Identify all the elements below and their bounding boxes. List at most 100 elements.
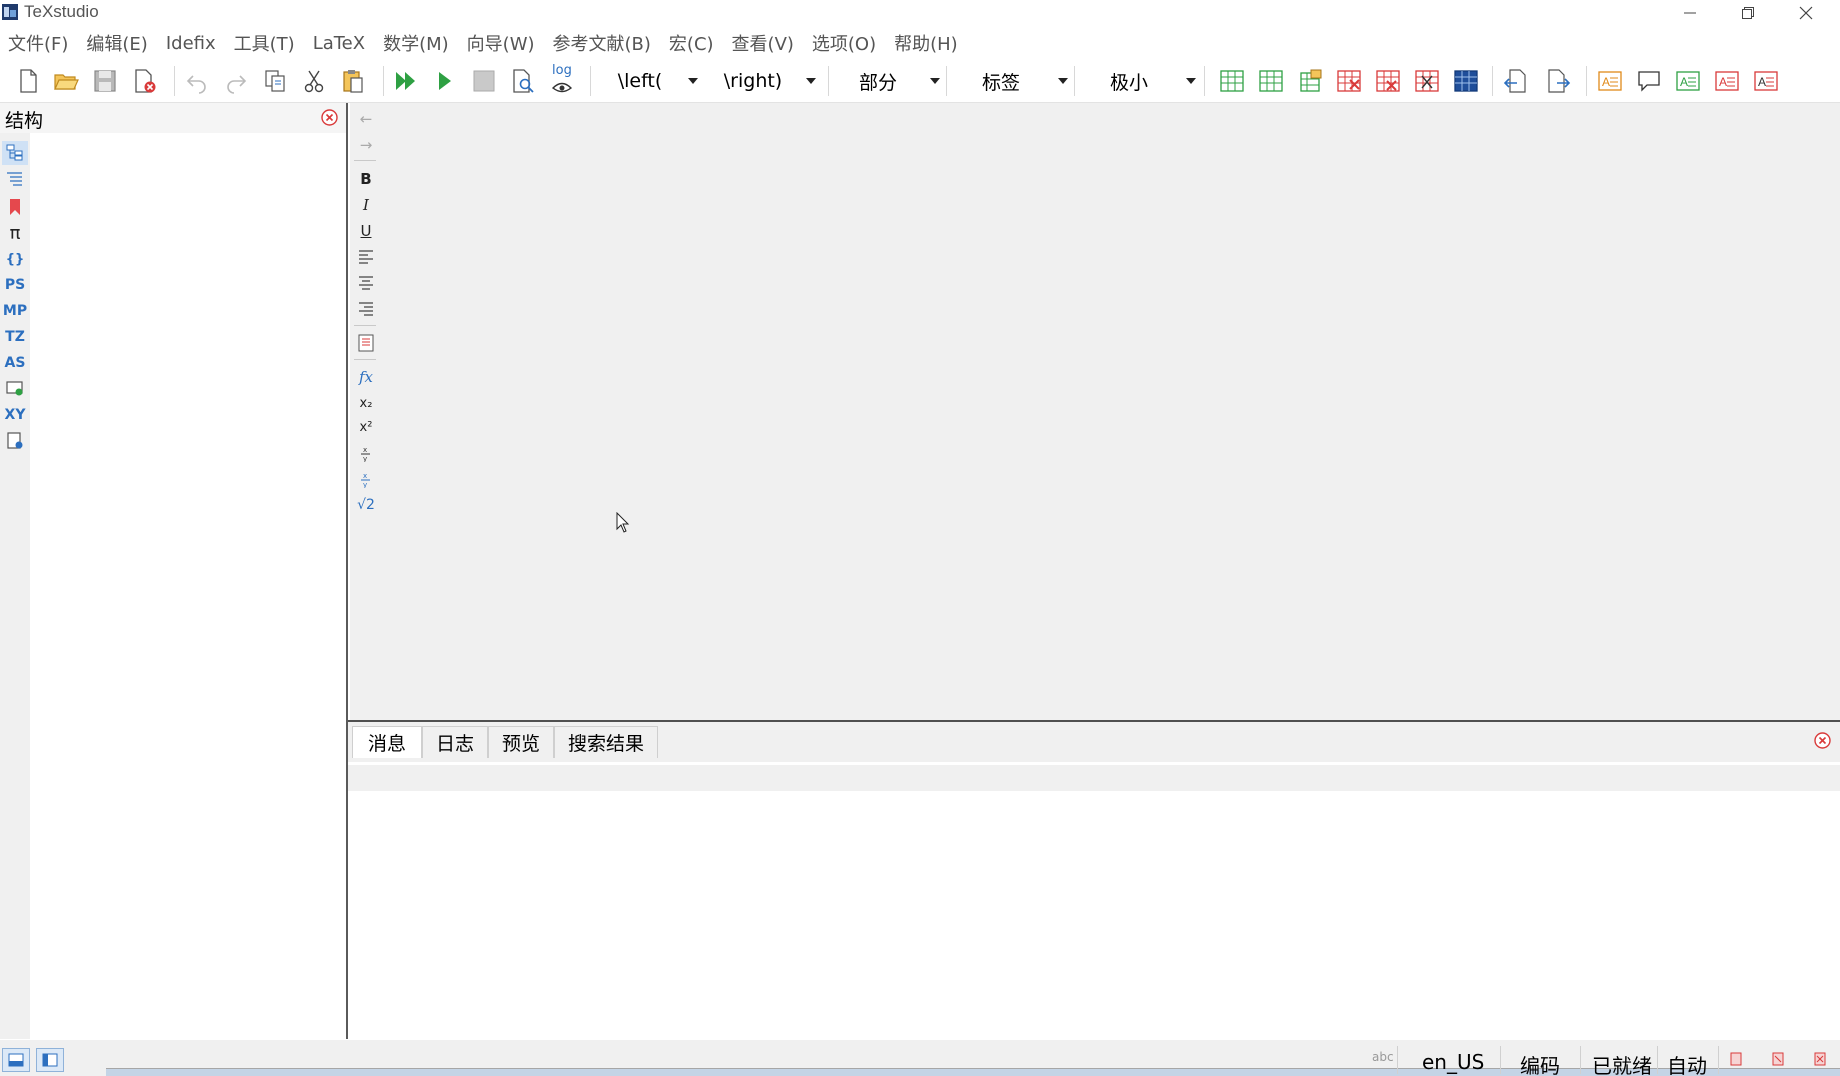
- symbols-button[interactable]: π: [2, 221, 28, 245]
- badbox-marker-icon[interactable]: [1814, 1052, 1826, 1066]
- close-panel-icon[interactable]: [321, 109, 338, 126]
- build-and-view-button[interactable]: [390, 65, 422, 97]
- status-separator: [1718, 1046, 1719, 1074]
- cut-button[interactable]: [298, 65, 330, 97]
- add-column-button[interactable]: [1294, 65, 1326, 97]
- close-window-button[interactable]: [1778, 0, 1834, 26]
- insert-red-text-button[interactable]: A: [1711, 65, 1743, 97]
- menu-help[interactable]: 帮助(H): [886, 30, 968, 56]
- function-button[interactable]: fx: [354, 365, 378, 389]
- label-combo[interactable]: 标签: [954, 66, 1072, 96]
- tab-search-results[interactable]: 搜索结果: [554, 726, 658, 758]
- menu-edit[interactable]: 编辑(E): [78, 30, 157, 56]
- view-log-button[interactable]: log: [546, 63, 578, 97]
- insert-note-text-button[interactable]: A: [1750, 65, 1782, 97]
- compile-button[interactable]: [429, 65, 461, 97]
- toc-button[interactable]: [2, 167, 28, 191]
- next-mark-button[interactable]: [1542, 65, 1574, 97]
- menu-view[interactable]: 查看(V): [724, 30, 804, 56]
- format-separator: [354, 325, 376, 326]
- menu-idefix[interactable]: Idefix: [158, 33, 226, 54]
- section-combo[interactable]: 部分: [836, 66, 944, 96]
- menu-bibliography[interactable]: 参考文献(B): [545, 30, 661, 56]
- subscript-button[interactable]: x₂: [354, 391, 378, 415]
- xymatrix-button[interactable]: XY: [2, 403, 28, 427]
- toggle-messages-button[interactable]: [36, 1048, 64, 1072]
- right-delimiter-combo[interactable]: \right): [710, 66, 820, 96]
- copy-button[interactable]: [259, 65, 291, 97]
- restore-button[interactable]: [1720, 0, 1776, 26]
- error-marker-icon[interactable]: [1730, 1052, 1742, 1066]
- menu-macros[interactable]: 宏(C): [661, 30, 724, 56]
- structure-tree-button[interactable]: [2, 141, 28, 165]
- minimize-button[interactable]: [1662, 0, 1718, 26]
- right-delimiter-value: \right): [723, 70, 783, 92]
- fraction-button[interactable]: x y: [354, 441, 378, 465]
- stop-compile-button[interactable]: [468, 65, 500, 97]
- warning-marker-icon[interactable]: [1772, 1052, 1784, 1066]
- insert-table-button[interactable]: [1216, 65, 1248, 97]
- mode-indicator[interactable]: 自动: [1667, 1050, 1707, 1076]
- close-panel-icon[interactable]: [1814, 732, 1831, 749]
- pstricks-button[interactable]: PS: [2, 273, 28, 297]
- dfrac-button[interactable]: x y: [354, 467, 378, 491]
- spellcheck-indicator[interactable]: abc: [1372, 1050, 1394, 1064]
- back-button[interactable]: ←: [354, 107, 378, 131]
- open-file-button[interactable]: [50, 65, 82, 97]
- save-button[interactable]: [89, 65, 121, 97]
- superscript-button[interactable]: x²: [354, 415, 378, 439]
- editor-area[interactable]: [380, 103, 1840, 721]
- close-file-button[interactable]: [128, 65, 160, 97]
- underline-button[interactable]: U: [354, 219, 378, 243]
- asymptote-button[interactable]: AS: [2, 351, 28, 375]
- braces-button[interactable]: {}: [2, 247, 28, 271]
- align-columns-button[interactable]: [1450, 65, 1482, 97]
- undo-button[interactable]: [181, 65, 213, 97]
- previous-mark-button[interactable]: [1500, 65, 1532, 97]
- asymptote-label: AS: [4, 355, 26, 371]
- format-separator: [354, 160, 376, 161]
- tikz-button[interactable]: TZ: [2, 325, 28, 349]
- forward-button[interactable]: →: [354, 133, 378, 157]
- menu-tools[interactable]: 工具(T): [226, 30, 305, 56]
- paste-button[interactable]: [337, 65, 369, 97]
- tab-log[interactable]: 日志: [422, 726, 488, 758]
- table-cut-icon: [1415, 70, 1439, 92]
- align-center-button[interactable]: [354, 271, 378, 295]
- sqrt-button[interactable]: √2: [354, 493, 378, 517]
- metapost-button[interactable]: MP: [2, 299, 28, 323]
- insert-newline-button[interactable]: [354, 331, 378, 355]
- insert-green-text-button[interactable]: A: [1672, 65, 1704, 97]
- bookmarks-button[interactable]: [2, 195, 28, 219]
- menu-wizards[interactable]: 向导(W): [459, 30, 545, 56]
- screen-button[interactable]: [2, 377, 28, 401]
- new-file-button[interactable]: [12, 65, 44, 97]
- delete-row-button[interactable]: [1333, 65, 1365, 97]
- language-indicator[interactable]: en_US: [1422, 1050, 1484, 1074]
- font-size-combo[interactable]: 极小: [1082, 66, 1200, 96]
- insert-text-button[interactable]: A: [1594, 65, 1626, 97]
- menu-file[interactable]: 文件(F): [0, 30, 78, 56]
- cut-column-button[interactable]: [1411, 65, 1443, 97]
- tab-messages[interactable]: 消息: [352, 726, 422, 758]
- menu-math[interactable]: 数学(M): [375, 30, 459, 56]
- align-right-button[interactable]: [354, 297, 378, 321]
- redo-button[interactable]: [220, 65, 252, 97]
- delete-column-button[interactable]: [1372, 65, 1404, 97]
- insert-comment-button[interactable]: [1633, 65, 1665, 97]
- bold-button[interactable]: B: [354, 167, 378, 191]
- align-left-button[interactable]: [354, 245, 378, 269]
- stop-icon: [473, 70, 495, 92]
- tab-preview[interactable]: 预览: [488, 726, 554, 758]
- structure-tree-view[interactable]: [30, 133, 346, 1039]
- encoding-indicator[interactable]: 编码: [1520, 1050, 1560, 1076]
- toggle-structure-button[interactable]: [2, 1048, 30, 1072]
- left-delimiter-combo[interactable]: \left(: [602, 66, 702, 96]
- italic-button[interactable]: I: [354, 193, 378, 217]
- table-add-row-icon: [1259, 70, 1283, 92]
- view-pdf-button[interactable]: [507, 65, 539, 97]
- document-settings-button[interactable]: [2, 429, 28, 453]
- menu-options[interactable]: 选项(O): [804, 30, 886, 56]
- add-row-button[interactable]: [1255, 65, 1287, 97]
- menu-latex[interactable]: LaTeX: [305, 33, 375, 54]
